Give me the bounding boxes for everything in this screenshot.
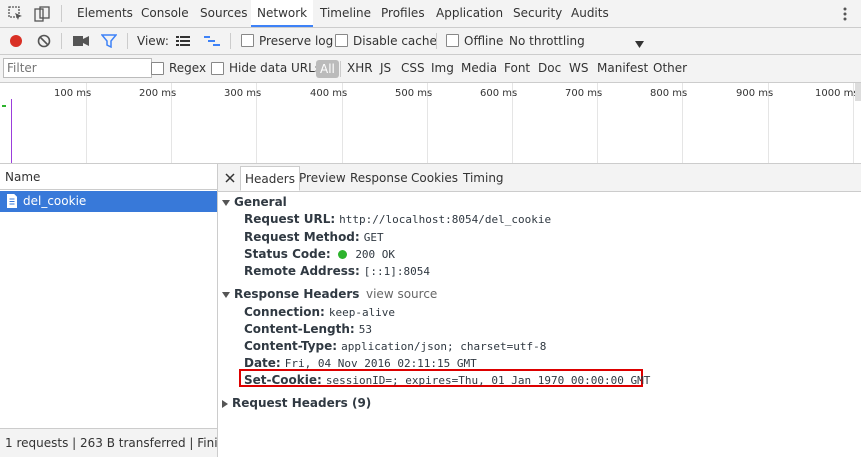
filter-input[interactable] (3, 58, 152, 78)
connection-row: Connection: keep-alive (244, 305, 396, 319)
expand-triangle-icon (222, 199, 230, 206)
filter-type-img[interactable]: Img (431, 55, 454, 82)
network-summary: 1 requests | 263 B transferred | Finis..… (0, 428, 217, 457)
tab-response[interactable]: Response (350, 164, 408, 191)
filter-type-css[interactable]: CSS (401, 55, 425, 82)
tab-application[interactable]: Application (436, 0, 503, 27)
filter-type-media[interactable]: Media (461, 55, 497, 82)
overview-waterfall-icon[interactable] (204, 36, 220, 47)
regex-checkbox[interactable] (151, 62, 164, 75)
filter-type-doc[interactable]: Doc (538, 55, 561, 82)
status-ok-icon (338, 250, 348, 259)
timeline-load-marker (11, 99, 12, 163)
timeline-scroll-handle[interactable] (855, 83, 861, 101)
large-rows-icon[interactable] (176, 36, 190, 47)
chevron-down-icon[interactable] (635, 37, 644, 48)
request-row[interactable]: del_cookie (0, 191, 217, 212)
tab-profiles[interactable]: Profiles (381, 0, 425, 27)
tab-security[interactable]: Security (513, 0, 562, 27)
filter-type-font[interactable]: Font (504, 55, 530, 82)
inspect-element-icon[interactable] (8, 6, 24, 22)
timeline-tick-label: 800 ms (650, 88, 688, 99)
preserve-log-label: Preserve log (259, 34, 334, 48)
record-icon[interactable] (9, 34, 23, 48)
document-icon (7, 194, 17, 208)
filter-icon[interactable] (100, 34, 118, 49)
request-name: del_cookie (23, 194, 87, 208)
timeline-tick-label: 600 ms (480, 88, 518, 99)
close-icon[interactable] (225, 172, 235, 183)
tab-console[interactable]: Console (141, 0, 189, 27)
tab-timing[interactable]: Timing (463, 164, 504, 191)
disable-cache-checkbox[interactable] (335, 34, 348, 47)
status-code-row: Status Code: 200 OK (244, 247, 396, 261)
request-details: Headers Preview Response Cookies Timing … (218, 164, 861, 457)
disable-cache-label: Disable cache (353, 34, 437, 48)
filter-type-js[interactable]: JS (380, 55, 391, 82)
details-tab-bar: Headers Preview Response Cookies Timing (218, 164, 861, 192)
date-row: Date: Fri, 04 Nov 2016 02:11:15 GMT (244, 356, 477, 370)
collapsed-triangle-icon (222, 399, 228, 408)
general-title: General (234, 195, 287, 209)
response-headers-section-header[interactable]: Response Headers (222, 287, 359, 301)
content-type-row: Content-Type: application/json; charset=u… (244, 339, 547, 353)
hide-data-urls-checkbox[interactable] (211, 62, 224, 75)
devtools-tab-bar: Elements Console Sources Network Timelin… (0, 0, 861, 28)
timeline-tick-label: 400 ms (310, 88, 348, 99)
offline-checkbox[interactable] (446, 34, 459, 47)
tab-audits[interactable]: Audits (571, 0, 609, 27)
clear-icon[interactable] (37, 34, 51, 48)
device-toolbar-icon[interactable] (34, 6, 50, 22)
content-length-row: Content-Length: 53 (244, 322, 372, 336)
timeline-tick-label: 300 ms (224, 88, 262, 99)
filter-bar: Regex Hide data URLs All XHR JS CSS Img … (0, 55, 861, 83)
view-label: View: (137, 34, 169, 48)
timeline-overview[interactable]: 100 ms 200 ms 300 ms 400 ms 500 ms 600 m… (0, 83, 861, 164)
tab-elements[interactable]: Elements (77, 0, 133, 27)
preserve-log-checkbox[interactable] (241, 34, 254, 47)
tab-headers[interactable]: Headers (240, 166, 300, 191)
tab-network[interactable]: Network (251, 0, 314, 27)
timeline-tick-label: 200 ms (139, 88, 177, 99)
throttling-select[interactable]: No throttling (509, 28, 585, 54)
timeline-tick-label: 700 ms (565, 88, 603, 99)
tab-sources[interactable]: Sources (200, 0, 247, 27)
timeline-tick-label: 500 ms (395, 88, 433, 99)
tab-cookies[interactable]: Cookies (411, 164, 458, 191)
request-list: Name del_cookie 1 requests | 263 B trans… (0, 164, 218, 457)
hide-data-urls-label: Hide data URLs (229, 61, 322, 75)
offline-label: Offline (464, 34, 504, 48)
view-source-link[interactable]: view source (366, 287, 437, 301)
tab-preview[interactable]: Preview (299, 164, 346, 191)
general-section-header[interactable]: General (222, 195, 287, 209)
regex-label: Regex (169, 61, 207, 75)
tab-timeline[interactable]: Timeline (320, 0, 371, 27)
request-headers-title: Request Headers (9) (232, 396, 372, 410)
network-toolbar: View: Preserve log Disable cache Offline… (0, 28, 861, 55)
filter-type-ws[interactable]: WS (569, 55, 588, 82)
capture-screenshots-icon[interactable] (73, 35, 89, 47)
filter-type-other[interactable]: Other (653, 55, 687, 82)
request-headers-section-header[interactable]: Request Headers (9) (222, 396, 371, 410)
request-url-row: Request URL: http://localhost:8054/del_co… (244, 212, 552, 226)
request-method-row: Request Method: GET (244, 230, 384, 244)
name-column-header[interactable]: Name (0, 164, 217, 190)
set-cookie-row: Set-Cookie: sessionID=; expires=Thu, 01 J… (244, 373, 651, 387)
filter-type-xhr[interactable]: XHR (347, 55, 373, 82)
remote-address-row: Remote Address: [::1]:8054 (244, 264, 431, 278)
response-headers-title: Response Headers (234, 287, 360, 301)
timeline-tick-label: 1000 ms (815, 88, 859, 99)
filter-type-manifest[interactable]: Manifest (597, 55, 648, 82)
expand-triangle-icon (222, 291, 230, 298)
timeline-request-bar (2, 105, 6, 107)
timeline-tick-label: 900 ms (736, 88, 774, 99)
timeline-tick-label: 100 ms (54, 88, 92, 99)
more-options-icon[interactable] (842, 6, 848, 22)
filter-type-all[interactable]: All (316, 60, 339, 78)
